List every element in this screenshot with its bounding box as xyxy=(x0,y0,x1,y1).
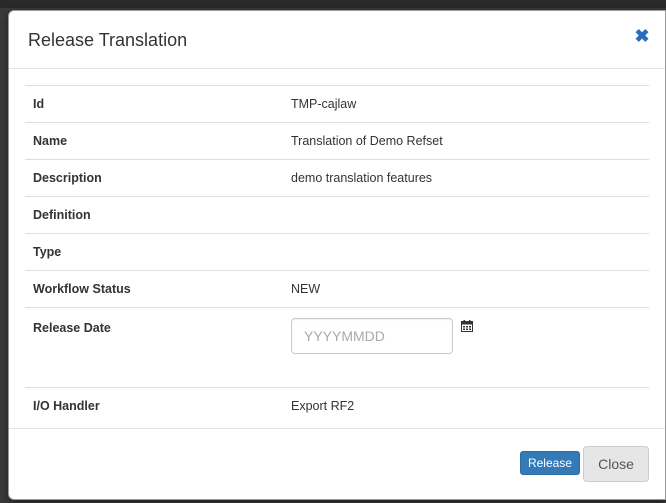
field-label: Name xyxy=(33,134,68,148)
field-label: Id xyxy=(33,97,45,111)
field-label: Release Date xyxy=(33,321,111,335)
field-value xyxy=(283,197,649,234)
table-row: Release Date xyxy=(25,307,649,388)
table-row: Description demo translation features xyxy=(25,159,649,197)
table-row: Name Translation of Demo Refset xyxy=(25,122,649,160)
field-label: I/O Handler xyxy=(33,399,100,413)
dialog-title: Release Translation xyxy=(28,30,188,50)
release-date-input[interactable] xyxy=(291,318,453,354)
calendar-icon[interactable] xyxy=(461,320,473,332)
dialog-body: Id TMP-cajlaw Name Translation of Demo R… xyxy=(25,85,649,424)
io-handler-value: Export RF2 xyxy=(291,399,355,413)
table-row: Workflow Status NEW xyxy=(25,270,649,308)
details-table: Id TMP-cajlaw Name Translation of Demo R… xyxy=(25,85,649,424)
field-label: Description xyxy=(33,171,102,185)
workflow-status-value: NEW xyxy=(291,282,321,296)
field-value: TMP-cajlaw xyxy=(291,97,357,111)
field-value xyxy=(283,234,649,271)
close-button[interactable]: Close xyxy=(583,446,649,482)
release-date-wrapper xyxy=(291,318,641,361)
dialog-header: Release Translation ✖ xyxy=(9,11,665,69)
field-label: Type xyxy=(33,245,62,259)
table-row: Type xyxy=(25,233,649,271)
release-button[interactable]: Release xyxy=(519,451,580,475)
table-row: I/O Handler Export RF2 xyxy=(25,387,649,425)
field-label: Definition xyxy=(33,208,91,222)
table-row: Definition xyxy=(25,196,649,234)
close-x-icon[interactable]: ✖ xyxy=(633,27,651,45)
release-date-cell xyxy=(283,308,649,388)
field-value: demo translation features xyxy=(291,171,433,185)
field-label: Workflow Status xyxy=(33,282,131,296)
field-value: Translation of Demo Refset xyxy=(291,134,443,148)
dialog-footer: Release Close xyxy=(9,428,665,499)
page-backdrop xyxy=(0,0,666,8)
table-row: Id TMP-cajlaw xyxy=(25,85,649,123)
release-translation-dialog: Release Translation ✖ Id TMP-cajlaw Name… xyxy=(8,10,666,500)
